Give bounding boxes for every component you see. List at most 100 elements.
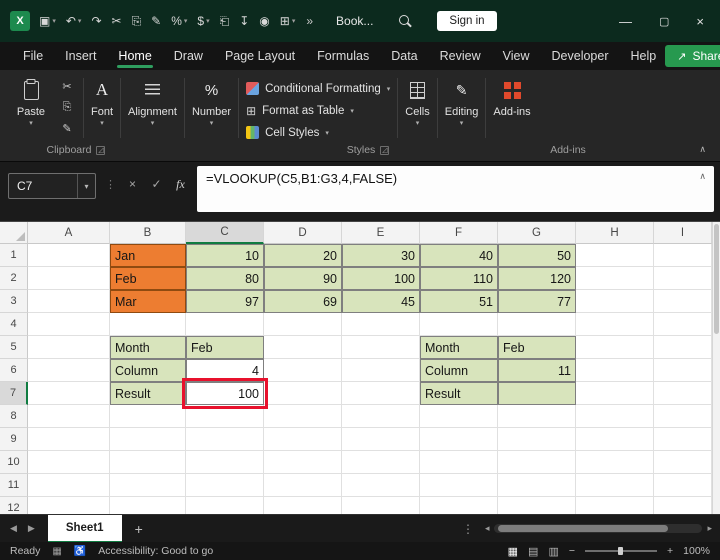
cell-B8[interactable] [110, 405, 186, 428]
cell-E4[interactable] [342, 313, 420, 336]
cell-A5[interactable] [28, 336, 110, 359]
conditional-formatting-button[interactable]: Conditional Formatting ▾ [246, 78, 390, 99]
cell-A12[interactable] [28, 497, 110, 514]
workbook-title[interactable]: Book... [336, 14, 373, 28]
cell-B11[interactable] [110, 474, 186, 497]
percent-style-icon[interactable]: %▾ [171, 14, 187, 28]
menu-tab-insert[interactable]: Insert [56, 43, 105, 70]
select-all-button[interactable] [0, 222, 28, 244]
cell-B6[interactable]: Column [110, 359, 186, 382]
cell-H3[interactable] [576, 290, 654, 313]
close-button[interactable]: × [696, 14, 704, 29]
column-header-C[interactable]: C [186, 222, 264, 244]
format-painter-icon[interactable]: ✎ [151, 14, 161, 28]
share-button[interactable]: ↗ Share [665, 45, 720, 67]
cell-E12[interactable] [342, 497, 420, 514]
cell-I6[interactable] [654, 359, 712, 382]
accessibility-status[interactable]: Accessibility: Good to go [98, 545, 213, 557]
cell-F1[interactable]: 40 [420, 244, 498, 267]
cell-A6[interactable] [28, 359, 110, 382]
cell-C2[interactable]: 80 [186, 267, 264, 290]
cell-D1[interactable]: 20 [264, 244, 342, 267]
cell-G5[interactable]: Feb [498, 336, 576, 359]
copy-button[interactable]: ⎘ [58, 99, 76, 116]
menu-tab-help[interactable]: Help [622, 43, 666, 70]
cells-button[interactable]: Cells ▾ [405, 75, 429, 126]
formula-input[interactable]: =VLOOKUP(C5,B1:G3,4,FALSE) ∧ [197, 166, 714, 212]
cell-F5[interactable]: Month [420, 336, 498, 359]
cell-A9[interactable] [28, 428, 110, 451]
menu-tab-page-layout[interactable]: Page Layout [216, 43, 304, 70]
cell-H4[interactable] [576, 313, 654, 336]
collapse-ribbon-icon[interactable]: ∧ [699, 144, 706, 155]
cell-D7[interactable] [264, 382, 342, 405]
formula-bar-grip-icon[interactable]: ⋮ [105, 178, 116, 191]
editing-button[interactable]: ✎ Editing ▾ [445, 75, 479, 126]
cut-button[interactable]: ✂ [58, 78, 76, 95]
cell-D6[interactable] [264, 359, 342, 382]
menu-tab-developer[interactable]: Developer [543, 43, 618, 70]
cell-D9[interactable] [264, 428, 342, 451]
menu-tab-view[interactable]: View [494, 43, 539, 70]
column-header-I[interactable]: I [654, 222, 712, 244]
undo-icon[interactable]: ↶▾ [66, 14, 82, 28]
sign-in-button[interactable]: Sign in [437, 11, 496, 31]
cell-E10[interactable] [342, 451, 420, 474]
currency-style-icon[interactable]: $▾ [197, 14, 209, 28]
cell-H1[interactable] [576, 244, 654, 267]
cell-C7[interactable]: 100 [186, 382, 264, 405]
cell-C8[interactable] [186, 405, 264, 428]
cell-I3[interactable] [654, 290, 712, 313]
row-header-6[interactable]: 6 [0, 359, 28, 382]
cell-F10[interactable] [420, 451, 498, 474]
name-box-chevron-icon[interactable]: ▾ [77, 174, 95, 198]
cell-C4[interactable] [186, 313, 264, 336]
cell-A11[interactable] [28, 474, 110, 497]
sheet-tab-sheet1[interactable]: Sheet1 [48, 515, 122, 543]
accessibility-icon[interactable]: ♿ [74, 546, 86, 557]
cell-G4[interactable] [498, 313, 576, 336]
cell-F11[interactable] [420, 474, 498, 497]
menu-tab-draw[interactable]: Draw [165, 43, 212, 70]
scroll-left-icon[interactable]: ◂ [485, 523, 490, 534]
cell-I10[interactable] [654, 451, 712, 474]
vertical-scrollbar-thumb[interactable] [714, 224, 719, 334]
collapse-formula-bar-icon[interactable]: ∧ [699, 171, 706, 182]
zoom-slider[interactable] [585, 550, 657, 552]
cell-G2[interactable]: 120 [498, 267, 576, 290]
maximize-button[interactable]: ▢ [659, 15, 669, 28]
format-painter-button[interactable]: ✎ [58, 120, 76, 137]
cell-G11[interactable] [498, 474, 576, 497]
cell-E5[interactable] [342, 336, 420, 359]
cell-I9[interactable] [654, 428, 712, 451]
next-sheet-icon[interactable]: ▶ [26, 523, 37, 534]
row-header-10[interactable]: 10 [0, 451, 28, 474]
row-header-2[interactable]: 2 [0, 267, 28, 290]
cell-B4[interactable] [110, 313, 186, 336]
cell-I4[interactable] [654, 313, 712, 336]
insert-function-icon[interactable]: fx [173, 177, 188, 192]
cell-H10[interactable] [576, 451, 654, 474]
cell-B12[interactable] [110, 497, 186, 514]
new-workbook-icon[interactable]: ⎗ [220, 14, 230, 29]
record-macro-icon[interactable]: ▦ [52, 546, 61, 557]
cell-H11[interactable] [576, 474, 654, 497]
zoom-out-icon[interactable]: − [569, 545, 575, 557]
column-header-D[interactable]: D [264, 222, 342, 244]
cell-I2[interactable] [654, 267, 712, 290]
column-header-A[interactable]: A [28, 222, 110, 244]
add-ins-button[interactable]: Add-ins [493, 75, 530, 118]
cell-H12[interactable] [576, 497, 654, 514]
column-header-E[interactable]: E [342, 222, 420, 244]
copy-icon[interactable]: ⎘ [132, 14, 142, 29]
menu-tab-data[interactable]: Data [382, 43, 426, 70]
menu-tab-home[interactable]: Home [109, 43, 160, 70]
cell-F4[interactable] [420, 313, 498, 336]
cell-G3[interactable]: 77 [498, 290, 576, 313]
cell-B1[interactable]: Jan [110, 244, 186, 267]
cell-E2[interactable]: 100 [342, 267, 420, 290]
cell-E9[interactable] [342, 428, 420, 451]
cell-E3[interactable]: 45 [342, 290, 420, 313]
toolbar-overflow-icon[interactable]: » [306, 14, 313, 28]
cell-C1[interactable]: 10 [186, 244, 264, 267]
